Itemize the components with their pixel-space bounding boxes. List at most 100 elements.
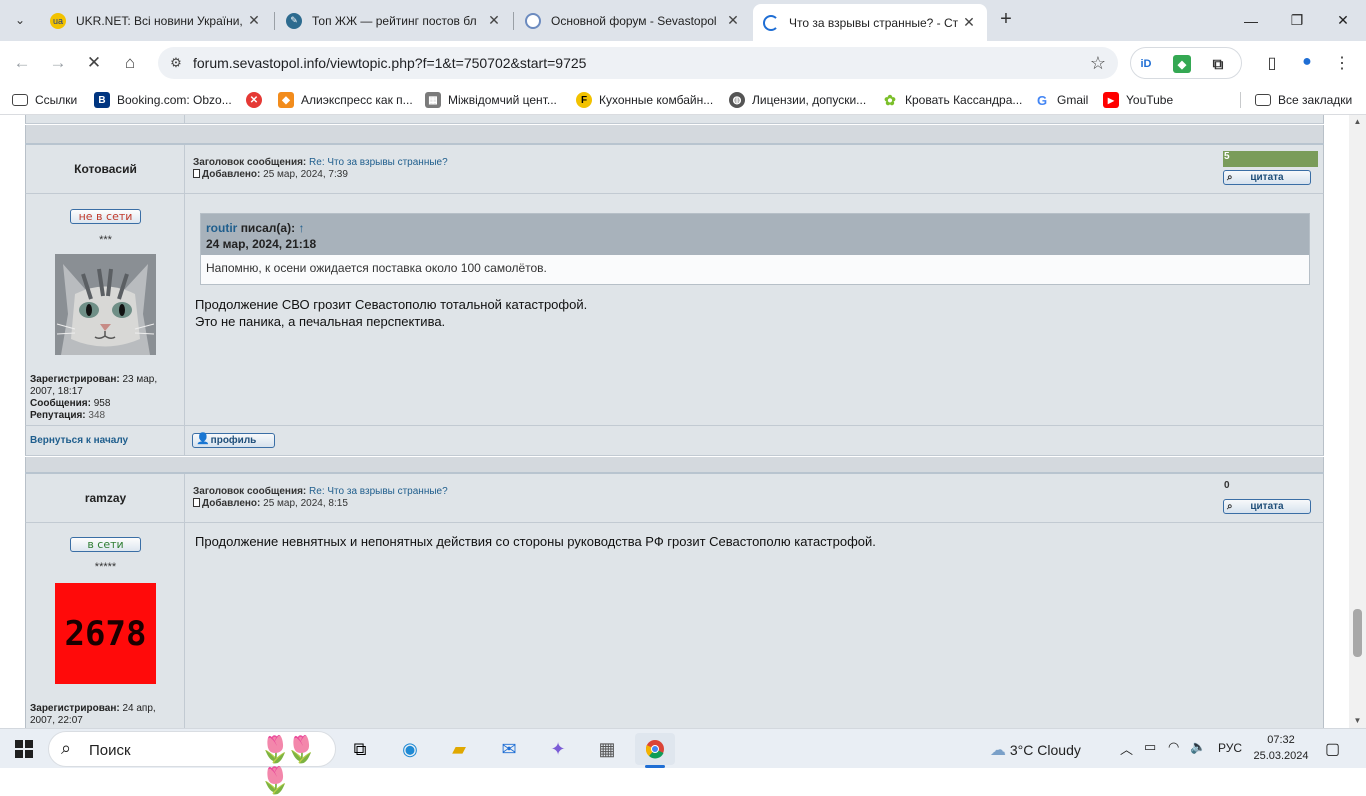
scroll-down-icon[interactable]: ▼ — [1349, 714, 1366, 728]
stop-loading-button[interactable]: ✕ — [80, 49, 108, 77]
site-info-icon[interactable]: ⚙ — [168, 55, 184, 71]
home-button[interactable]: ⌂ — [116, 49, 144, 77]
search-placeholder: Поиск — [89, 742, 131, 759]
restore-button[interactable]: ❐ — [1274, 0, 1320, 41]
tab-forum[interactable]: Основной форум - Sevastopol ✕ — [515, 4, 751, 37]
notifications-icon[interactable]: ▢ — [1325, 739, 1340, 759]
quote-wrote: писал(а): — [240, 221, 296, 235]
bookmark-label: Кухонные комбайн... — [599, 93, 714, 107]
bookmark-red-x[interactable]: ✕ — [246, 91, 269, 109]
post-separator — [25, 125, 1324, 143]
mail-icon[interactable]: ✉ — [489, 733, 529, 765]
post-header: Котовасий Заголовок сообщения: Re: Что з… — [25, 145, 1324, 194]
post-date: Добавлено: 25 мар, 2024, 8:15 — [193, 498, 348, 509]
quote-jump-arrow[interactable]: ↑ — [298, 221, 304, 235]
menu-kebab-icon[interactable]: ⋮ — [1332, 53, 1352, 73]
subject-link[interactable]: Re: Что за взрывы странные? — [309, 157, 448, 168]
scroll-up-icon[interactable]: ▲ — [1349, 115, 1366, 129]
bookmark-star-icon[interactable]: ☆ — [1090, 53, 1106, 74]
taskbar-search[interactable]: ⌕ Поиск 🌷🌷🌷 — [48, 731, 336, 795]
rank-stars: *** — [99, 234, 112, 246]
bookmark-youtube[interactable]: ▶ YouTube — [1103, 91, 1173, 109]
post-author[interactable]: Котовасий — [26, 162, 185, 176]
tab-livejournal[interactable]: ✎ Топ ЖЖ — рейтинг постов бл ✕ — [276, 4, 512, 37]
tab-ukrnet[interactable]: ua UKR.NET: Всі новини України, ✕ — [40, 4, 272, 37]
bookmark-foxtrot[interactable]: F Кухонные комбайн... — [576, 91, 713, 109]
wifi-icon[interactable]: ◠ — [1168, 739, 1179, 755]
bookmark-links-folder[interactable]: Ссылки — [12, 91, 77, 109]
copilot-icon[interactable]: ✦ — [538, 733, 578, 765]
search-icon: ⌕ — [61, 738, 72, 758]
subject-link[interactable]: Re: Что за взрывы странные? — [309, 486, 448, 497]
close-tab-icon[interactable]: ✕ — [486, 12, 502, 29]
avatar-counter-text: 2678 — [65, 614, 147, 654]
start-button[interactable] — [4, 733, 44, 765]
back-button[interactable]: ← — [8, 49, 36, 77]
calculator-icon[interactable]: ▦ — [587, 733, 627, 765]
subject-label: Заголовок сообщения: — [193, 157, 307, 168]
back-to-top-link[interactable]: Вернуться к началу — [30, 435, 128, 446]
tab-search-dropdown-icon[interactable]: ⌄ — [6, 6, 34, 34]
messages-count: 958 — [93, 398, 111, 409]
tab-title: Что за взрывы странные? - Ст — [789, 15, 959, 30]
tab-current[interactable]: Что за взрывы странные? - Ст ✕ — [753, 4, 987, 41]
post-body: не в сети *** Зарегистрирован: 23 мар, 2… — [25, 194, 1324, 426]
address-bar[interactable]: ⚙ forum.sevastopol.info/viewtopic.php?f=… — [158, 47, 1118, 79]
clock[interactable]: 07:32 25.03.2024 — [1248, 732, 1314, 764]
minimize-button[interactable]: — — [1228, 0, 1274, 41]
page-scrollbar[interactable]: ▲ ▼ — [1349, 115, 1366, 728]
url-text[interactable]: forum.sevastopol.info/viewtopic.php?f=1&… — [193, 55, 586, 71]
aliexpress-icon: ◆ — [278, 92, 294, 108]
bookmarks-bar: Ссылки B Booking.com: Obzo... ✕ ◆ Алиэкс… — [0, 85, 1366, 115]
scrollbar-thumb[interactable] — [1353, 609, 1362, 657]
profile-button[interactable]: 👤 профиль — [192, 433, 275, 448]
bookmark-center[interactable]: ▦ Міжвідомчий цент... — [425, 91, 557, 109]
new-tab-button[interactable]: + — [994, 8, 1018, 32]
close-tab-icon[interactable]: ✕ — [725, 12, 741, 29]
quote-button-label: цитата — [1250, 172, 1284, 183]
bookmark-label: Міжвідомчий цент... — [448, 93, 557, 107]
post-text-line: Продолжение невнятных и непонятных дейст… — [195, 534, 876, 549]
quote-button[interactable]: ⌕ цитата — [1223, 499, 1311, 514]
avatar — [55, 254, 156, 355]
battery-icon[interactable]: ▭ — [1144, 739, 1156, 755]
profile-avatar-icon[interactable]: ● — [1297, 53, 1317, 73]
close-window-button[interactable]: ✕ — [1320, 0, 1366, 41]
quote-button[interactable]: ⌕ цитата — [1223, 170, 1311, 185]
bookmark-label: Лицензии, допуски... — [752, 93, 867, 107]
registered-label: Зарегистрирован: — [30, 703, 120, 714]
close-tab-icon[interactable]: ✕ — [246, 12, 262, 29]
extensions-puzzle-icon[interactable]: ⧉ — [1209, 55, 1227, 73]
volume-icon[interactable]: 🔈 — [1190, 739, 1206, 755]
task-view-icon[interactable]: ⧉ — [340, 733, 380, 765]
tab-separator — [274, 12, 275, 30]
bookmark-gmail[interactable]: G Gmail — [1034, 91, 1088, 109]
side-panel-icon[interactable]: ▯ — [1262, 53, 1282, 73]
edge-icon[interactable]: ◉ — [390, 733, 430, 765]
quote-button-label: цитата — [1250, 501, 1284, 512]
bookmark-licenses[interactable]: ◍ Лицензии, допуски... — [729, 91, 866, 109]
clock-date: 25.03.2024 — [1253, 750, 1309, 762]
file-explorer-icon[interactable]: ▰ — [439, 733, 479, 765]
green-extension-icon[interactable]: ◆ — [1173, 55, 1191, 73]
bookmark-bed[interactable]: ✿ Кровать Кассандра... — [882, 91, 1022, 109]
post-text: Продолжение невнятных и непонятных дейст… — [195, 533, 876, 550]
post-author[interactable]: ramzay — [26, 491, 185, 505]
all-bookmarks-button[interactable]: Все закладки — [1255, 91, 1352, 109]
profile-info: Зарегистрирован: 23 мар, 2007, 18:17 Соо… — [30, 374, 182, 422]
post-date: Добавлено: 25 мар, 2024, 7:39 — [193, 169, 348, 180]
online-status-badge: не в сети — [70, 209, 141, 224]
tulips-icon: 🌷🌷🌷 — [259, 734, 318, 795]
bookmark-booking[interactable]: B Booking.com: Obzo... — [94, 91, 232, 109]
close-tab-icon[interactable]: ✕ — [961, 14, 977, 31]
language-indicator[interactable]: РУС — [1218, 741, 1242, 755]
post-separator — [25, 457, 1324, 472]
quote-author[interactable]: routir — [206, 221, 237, 235]
bookmark-aliexpress[interactable]: ◆ Алиэкспресс как п... — [278, 91, 413, 109]
weather-widget[interactable]: ☁ 3°C Cloudy — [990, 740, 1081, 760]
chrome-icon[interactable] — [635, 733, 675, 765]
forward-button[interactable]: → — [44, 49, 72, 77]
show-hidden-icons-icon[interactable]: ︿ — [1120, 739, 1133, 758]
livejournal-icon: ✎ — [286, 12, 302, 29]
id-extension-icon[interactable]: iD — [1137, 55, 1155, 73]
